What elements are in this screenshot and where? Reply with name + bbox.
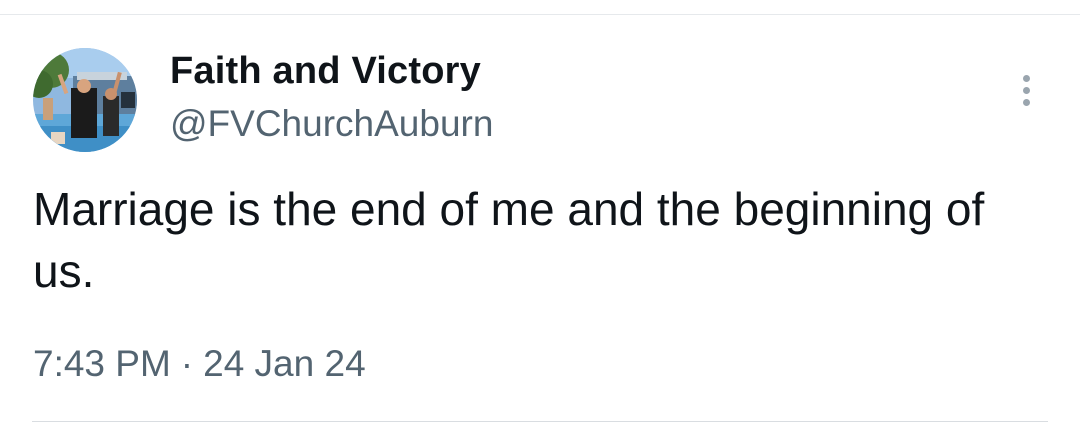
author-handle[interactable]: @FVChurchAuburn	[170, 103, 493, 145]
profile-photo-icon	[33, 48, 137, 152]
author-avatar[interactable]	[33, 48, 137, 152]
bottom-divider	[32, 421, 1048, 422]
more-options-icon[interactable]	[1006, 68, 1046, 112]
tweet-meta: 7:43 PM · 24 Jan 24	[33, 343, 366, 385]
author-display-name[interactable]: Faith and Victory	[170, 50, 481, 93]
tweet-date[interactable]: 24 Jan 24	[203, 343, 366, 384]
meta-separator: ·	[180, 343, 194, 384]
more-dot	[1022, 98, 1030, 106]
tweet-time[interactable]: 7:43 PM	[33, 343, 171, 384]
more-dot	[1022, 86, 1030, 94]
tweet-text: Marriage is the end of me and the beginn…	[33, 183, 985, 297]
top-divider	[0, 14, 1080, 15]
more-dot	[1022, 74, 1030, 82]
